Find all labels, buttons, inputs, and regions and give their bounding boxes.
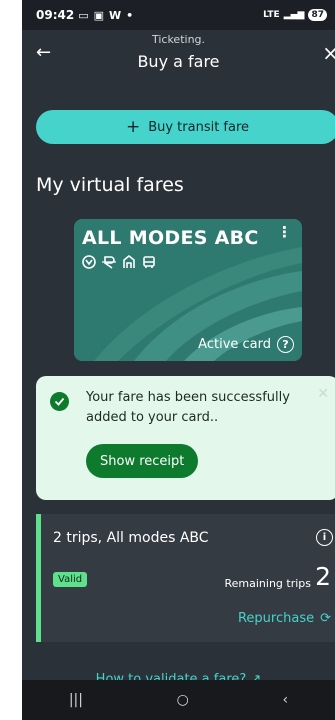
signal-icon: ▂▄▆ bbox=[283, 10, 305, 20]
dismiss-icon[interactable]: ✕ bbox=[317, 386, 329, 402]
battery-icon: 87 bbox=[308, 9, 327, 21]
android-nav-bar: ||| ○ ‹ bbox=[22, 680, 335, 720]
message-icon: ▭ bbox=[78, 8, 89, 22]
virtual-fare-card[interactable]: ALL MODES ABC ⋮ Active card ? bbox=[74, 219, 302, 361]
remaining-trips-label: Remaining trips bbox=[224, 577, 311, 590]
status-time: 09:42 bbox=[36, 8, 75, 22]
app-screen: 09:42 ▭ ▣ W • LTE ▂▄▆ 87 ← Ticketing. Bu… bbox=[22, 0, 335, 720]
repurchase-button[interactable]: Repurchase ⟳ bbox=[238, 611, 331, 626]
recent-apps-icon[interactable]: ||| bbox=[69, 692, 83, 708]
card-status: Active card ? bbox=[198, 336, 294, 353]
card-name: ALL MODES ABC bbox=[82, 227, 259, 249]
page-title: Buy a fare bbox=[137, 52, 220, 71]
w-icon: W bbox=[109, 8, 122, 22]
section-title: My virtual fares bbox=[36, 174, 184, 196]
fare-name: 2 trips, All modes ABC bbox=[53, 530, 209, 546]
tram-icon bbox=[122, 254, 136, 268]
card-menu-icon[interactable]: ⋮ bbox=[277, 223, 292, 241]
check-circle-icon bbox=[50, 392, 69, 411]
image-icon: ▣ bbox=[93, 8, 105, 22]
card-status-label: Active card bbox=[198, 337, 271, 352]
refresh-icon: ⟳ bbox=[320, 611, 331, 626]
valid-badge: Valid bbox=[53, 572, 88, 587]
page-header: ← Ticketing. Buy a fare × bbox=[22, 30, 335, 78]
bus-icon bbox=[142, 254, 156, 268]
remaining-trips-count: 2 bbox=[315, 562, 331, 591]
success-notification: Your fare has been successfully added to… bbox=[36, 376, 335, 500]
buy-transit-fare-button[interactable]: + Buy transit fare bbox=[36, 110, 335, 144]
train-icon bbox=[102, 254, 116, 269]
success-message: Your fare has been successfully added to… bbox=[86, 390, 290, 425]
status-right: LTE ▂▄▆ 87 bbox=[263, 9, 327, 21]
fare-item[interactable]: 2 trips, All modes ABC i Valid Remaining… bbox=[36, 514, 335, 642]
close-icon[interactable]: × bbox=[322, 43, 335, 63]
notification-icons: ▭ ▣ W • bbox=[78, 9, 133, 22]
transit-modes bbox=[82, 254, 156, 269]
home-icon[interactable]: ○ bbox=[177, 692, 189, 708]
network-label: LTE bbox=[263, 10, 280, 20]
buy-transit-fare-label: Buy transit fare bbox=[148, 119, 250, 135]
info-icon[interactable]: i bbox=[316, 529, 333, 546]
metro-icon bbox=[82, 254, 96, 269]
show-receipt-button[interactable]: Show receipt bbox=[86, 444, 199, 478]
status-bar: 09:42 ▭ ▣ W • LTE ▂▄▆ 87 bbox=[22, 0, 335, 30]
plus-icon: + bbox=[125, 116, 141, 137]
help-icon[interactable]: ? bbox=[277, 336, 294, 353]
back-nav-icon[interactable]: ‹ bbox=[283, 692, 289, 708]
page-subtitle: Ticketing. bbox=[151, 33, 206, 46]
repurchase-label: Repurchase bbox=[237, 611, 315, 626]
notification-dot: • bbox=[126, 8, 134, 22]
